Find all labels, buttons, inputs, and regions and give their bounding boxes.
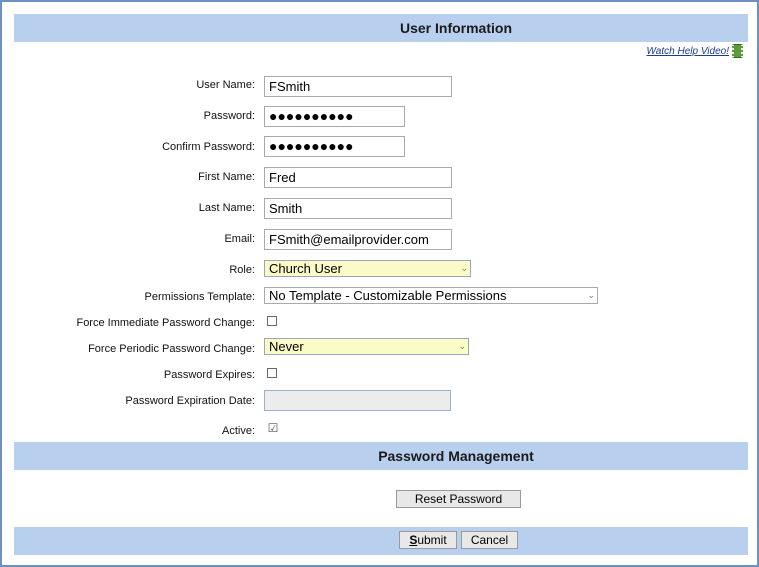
role-label: Role: bbox=[229, 264, 255, 276]
role-selected-value: Church User bbox=[269, 261, 342, 276]
force-periodic-select[interactable]: Never ⌄ bbox=[264, 338, 469, 355]
email-label: Email: bbox=[224, 233, 255, 245]
password-label: Password: bbox=[203, 110, 255, 122]
chevron-down-icon: ⌄ bbox=[458, 341, 466, 351]
cancel-button[interactable]: Cancel bbox=[461, 531, 518, 549]
password-expires-label: Password Expires: bbox=[163, 369, 255, 381]
reset-password-button[interactable]: Reset Password bbox=[396, 490, 521, 508]
password-management-header: Password Management bbox=[14, 442, 748, 470]
force-immediate-checkbox[interactable] bbox=[267, 316, 277, 326]
film-icon bbox=[732, 44, 743, 58]
force-periodic-label: Force Periodic Password Change: bbox=[88, 343, 255, 355]
confirm-password-label: Confirm Password: bbox=[162, 141, 255, 153]
help-link-label: Watch Help Video! bbox=[646, 45, 729, 57]
first-name-input[interactable]: Fred bbox=[264, 167, 452, 188]
last-name-label: Last Name: bbox=[198, 202, 255, 214]
user-information-header: User Information bbox=[14, 14, 748, 42]
chevron-down-icon: ⌄ bbox=[460, 263, 468, 273]
watch-help-video-link[interactable]: Watch Help Video! bbox=[647, 44, 743, 58]
page-title: User Information bbox=[399, 20, 512, 36]
force-immediate-label: Force Immediate Password Change: bbox=[76, 317, 255, 329]
password-expires-checkbox[interactable] bbox=[267, 368, 277, 378]
permissions-template-select[interactable]: No Template - Customizable Permissions ⌄ bbox=[264, 287, 598, 304]
force-periodic-selected-value: Never bbox=[269, 339, 304, 354]
email-input[interactable]: FSmith@emailprovider.com bbox=[264, 229, 452, 250]
confirm-password-input[interactable]: ●●●●●●●●●● bbox=[264, 136, 405, 157]
section-title: Password Management bbox=[378, 448, 534, 464]
role-select[interactable]: Church User ⌄ bbox=[264, 260, 471, 277]
username-label: User Name: bbox=[196, 79, 255, 91]
permissions-template-label: Permissions Template: bbox=[144, 291, 255, 303]
user-info-window: User Information Watch Help Video! User … bbox=[0, 0, 759, 567]
first-name-label: First Name: bbox=[198, 171, 255, 183]
submit-button[interactable]: Submit bbox=[399, 531, 457, 549]
last-name-input[interactable]: Smith bbox=[264, 198, 452, 219]
expiration-date-input bbox=[264, 390, 451, 411]
footer-bar bbox=[14, 527, 748, 555]
permissions-template-selected-value: No Template - Customizable Permissions bbox=[269, 288, 507, 303]
username-input[interactable]: FSmith bbox=[264, 76, 452, 97]
password-input[interactable]: ●●●●●●●●●● bbox=[264, 106, 405, 127]
expiration-date-label: Password Expiration Date: bbox=[125, 395, 255, 407]
submit-label: ubmit bbox=[417, 533, 447, 547]
active-label: Active: bbox=[221, 425, 255, 437]
active-checkbox[interactable]: ☑ bbox=[267, 422, 279, 435]
chevron-down-icon: ⌄ bbox=[587, 290, 595, 300]
